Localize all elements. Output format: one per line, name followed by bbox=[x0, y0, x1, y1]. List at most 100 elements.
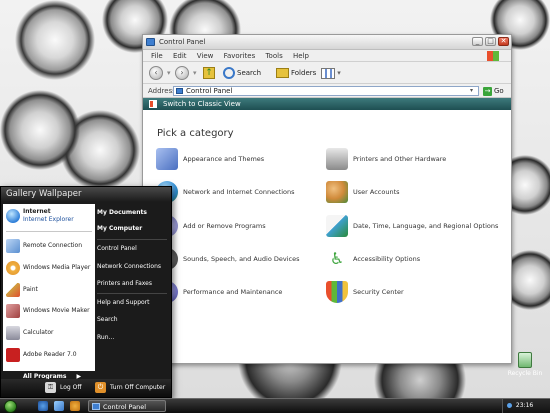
views-dropdown-icon: ▾ bbox=[335, 69, 341, 77]
search-label: Search bbox=[237, 69, 262, 77]
up-folder-button[interactable]: ↑ bbox=[203, 65, 215, 81]
category-printers-hardware[interactable]: Printers and Other Hardware bbox=[326, 148, 446, 170]
menu-bar: File Edit View Favorites Tools Help bbox=[143, 50, 511, 62]
menu-item-adobe-reader[interactable]: Adobe Reader 7.0 bbox=[3, 345, 95, 365]
calculator-icon bbox=[6, 326, 20, 340]
classic-view-label: Switch to Classic View bbox=[163, 100, 241, 108]
menu-item-remote-connection[interactable]: Remote Connection bbox=[3, 236, 95, 256]
menu-view[interactable]: View bbox=[197, 52, 214, 60]
menu-item-media-player[interactable]: Windows Media Player bbox=[3, 258, 95, 278]
folders-button[interactable]: Folders bbox=[276, 65, 316, 81]
go-label: Go bbox=[494, 87, 504, 95]
pinned-internet-explorer[interactable]: Internet Internet Explorer bbox=[3, 206, 95, 228]
menu-help-support[interactable]: Help and Support bbox=[97, 297, 171, 309]
search-button[interactable]: Search bbox=[223, 65, 261, 81]
category-label: Security Center bbox=[353, 288, 404, 296]
address-bar: Address Control Panel ▾ → Go bbox=[143, 84, 511, 98]
menu-item-label: Windows Movie Maker bbox=[23, 307, 90, 314]
menu-search[interactable]: Search bbox=[97, 314, 171, 326]
turn-off-button[interactable]: ⏻ Turn Off Computer bbox=[95, 382, 165, 394]
menu-control-panel[interactable]: Control Panel bbox=[97, 243, 171, 255]
taskbar-control-panel[interactable]: Control Panel bbox=[88, 400, 166, 412]
category-label: Accessibility Options bbox=[353, 255, 421, 263]
control-panel-icon bbox=[146, 38, 155, 46]
turn-off-label: Turn Off Computer bbox=[110, 384, 166, 391]
menu-item-calculator[interactable]: Calculator bbox=[3, 323, 95, 343]
category-accessibility[interactable]: ♿ Accessibility Options bbox=[326, 248, 420, 270]
quicklaunch-ie-icon[interactable] bbox=[38, 401, 48, 411]
menu-edit[interactable]: Edit bbox=[173, 52, 187, 60]
menu-favorites[interactable]: Favorites bbox=[224, 52, 256, 60]
menu-item-label: Paint bbox=[23, 286, 38, 293]
category-date-time-language[interactable]: Date, Time, Language, and Regional Optio… bbox=[326, 215, 498, 237]
menu-my-documents[interactable]: My Documents bbox=[97, 207, 171, 219]
category-user-accounts[interactable]: User Accounts bbox=[326, 181, 400, 203]
menu-printers-faxes[interactable]: Printers and Faxes bbox=[97, 278, 171, 290]
back-dropdown-icon[interactable]: ▾ bbox=[167, 65, 171, 81]
quicklaunch-desktop-icon[interactable] bbox=[54, 401, 64, 411]
menu-my-computer[interactable]: My Computer bbox=[97, 223, 171, 235]
recycle-bin-icon bbox=[518, 352, 532, 368]
window-titlebar[interactable]: Control Panel _ □ ✕ bbox=[143, 35, 511, 50]
forward-button[interactable]: › bbox=[175, 65, 189, 81]
start-menu-programs: Internet Internet Explorer Remote Connec… bbox=[3, 204, 95, 371]
places-divider bbox=[97, 293, 167, 294]
pinned-text: Internet Internet Explorer bbox=[23, 208, 74, 224]
menu-tools[interactable]: Tools bbox=[265, 52, 282, 60]
category-label: Add or Remove Programs bbox=[183, 222, 266, 230]
recycle-bin-label: Recycle Bin bbox=[507, 370, 543, 377]
classic-view-icon bbox=[149, 100, 157, 108]
places-divider bbox=[97, 239, 167, 240]
menu-item-label: Adobe Reader 7.0 bbox=[23, 351, 77, 358]
category-sounds-speech-audio[interactable]: Sounds, Speech, and Audio Devices bbox=[156, 248, 300, 270]
taskbar-task-label: Control Panel bbox=[103, 403, 147, 411]
log-off-icon: ⚿ bbox=[45, 382, 56, 393]
control-panel-window: Control Panel _ □ ✕ File Edit View Favor… bbox=[142, 34, 512, 364]
start-menu: Gallery Wallpaper Internet Internet Expl… bbox=[0, 186, 172, 398]
up-arrow-icon: ↑ bbox=[203, 67, 215, 79]
views-button[interactable]: ▾ bbox=[321, 65, 341, 81]
menu-item-label: Windows Media Player bbox=[23, 264, 91, 271]
category-security-center[interactable]: Security Center bbox=[326, 281, 404, 303]
media-player-icon bbox=[6, 261, 20, 275]
go-button[interactable]: → Go bbox=[483, 86, 504, 96]
start-button[interactable] bbox=[4, 400, 17, 413]
menu-run[interactable]: Run... bbox=[97, 332, 171, 344]
start-menu-footer: ⚿ Log Off ⏻ Turn Off Computer bbox=[1, 379, 171, 397]
control-panel-content: Switch to Classic View Pick a category A… bbox=[143, 98, 511, 363]
movie-maker-icon bbox=[6, 304, 20, 318]
quicklaunch-media-icon[interactable] bbox=[70, 401, 80, 411]
appearance-icon bbox=[156, 148, 178, 170]
address-dropdown-icon[interactable]: ▾ bbox=[470, 88, 477, 94]
menu-network-connections[interactable]: Network Connections bbox=[97, 261, 171, 273]
back-button[interactable]: ‹ bbox=[149, 65, 163, 81]
category-appearance-themes[interactable]: Appearance and Themes bbox=[156, 148, 264, 170]
clock: 23:16 bbox=[515, 402, 534, 409]
recycle-bin[interactable]: Recycle Bin bbox=[505, 352, 545, 377]
menu-help[interactable]: Help bbox=[293, 52, 309, 60]
back-arrow-icon: ‹ bbox=[149, 66, 163, 80]
users-icon bbox=[326, 181, 348, 203]
close-button[interactable]: ✕ bbox=[498, 37, 509, 46]
category-network-internet[interactable]: Network and Internet Connections bbox=[156, 181, 295, 203]
maximize-button[interactable]: □ bbox=[485, 37, 496, 46]
category-label: Appearance and Themes bbox=[183, 155, 265, 163]
log-off-label: Log Off bbox=[60, 384, 82, 391]
network-tray-icon[interactable] bbox=[507, 403, 512, 408]
menu-item-movie-maker[interactable]: Windows Movie Maker bbox=[3, 301, 95, 321]
paint-icon bbox=[6, 283, 20, 297]
address-field[interactable]: Control Panel ▾ bbox=[173, 86, 479, 96]
log-off-button[interactable]: ⚿ Log Off bbox=[45, 382, 81, 394]
category-add-remove-programs[interactable]: Add or Remove Programs bbox=[156, 215, 266, 237]
menu-item-label: Calculator bbox=[23, 329, 54, 336]
switch-classic-view-link[interactable]: Switch to Classic View bbox=[143, 98, 511, 110]
pinned-sub: Internet Explorer bbox=[23, 216, 74, 223]
menu-item-paint[interactable]: Paint bbox=[3, 280, 95, 300]
category-performance-maintenance[interactable]: Performance and Maintenance bbox=[156, 281, 282, 303]
minimize-button[interactable]: _ bbox=[472, 37, 483, 46]
adobe-reader-icon bbox=[6, 348, 20, 362]
shield-icon bbox=[326, 281, 348, 303]
forward-dropdown-icon[interactable]: ▾ bbox=[193, 65, 197, 81]
menu-file[interactable]: File bbox=[151, 52, 163, 60]
pinned-name: Internet bbox=[23, 208, 51, 215]
